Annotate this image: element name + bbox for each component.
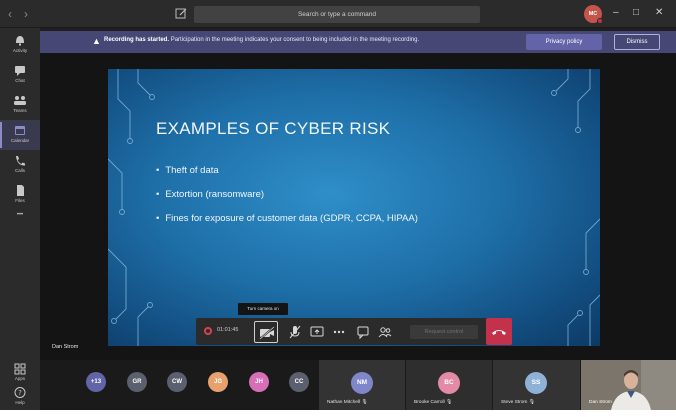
slide-bullet: • Extortion (ransomware) <box>156 189 265 200</box>
slide-bullet-text: Extortion (ransomware) <box>165 189 265 200</box>
more-options-icon[interactable] <box>330 323 348 341</box>
participant-avatar[interactable]: CW <box>167 372 187 392</box>
teams-window: ‹ › Search or type a command MC – □ ✕ Ac… <box>0 0 676 410</box>
slide-bullet-text: Theft of data <box>165 165 219 176</box>
participant-tile[interactable]: NM Nathan Mitchell 🎙 <box>319 360 405 410</box>
rail-item-calendar[interactable]: Calendar <box>0 120 40 150</box>
slide-bullet: • Theft of data <box>156 165 219 176</box>
camera-off-icon <box>259 326 275 340</box>
participant-avatar[interactable]: GR <box>127 372 147 392</box>
mic-off-icon: 🎙 <box>528 400 535 405</box>
close-button[interactable]: ✕ <box>655 7 663 18</box>
participant-tile[interactable]: SS Steve Strom 🎙 <box>493 360 580 410</box>
participant-avatar: SS <box>525 372 547 394</box>
participant-avatar[interactable]: JG <box>208 372 228 392</box>
rail-label: Calendar <box>10 138 30 143</box>
presenter-name: Dan Strom <box>52 344 79 350</box>
rail-item-teams[interactable]: Teams <box>0 90 40 120</box>
participant-tile[interactable]: BC Brooke Carroll 🎙 <box>406 360 492 410</box>
participant-name-text: Brooke Carroll <box>414 400 445 405</box>
apps-icon <box>14 363 26 375</box>
search-input[interactable]: Search or type a command <box>194 6 480 23</box>
maximize-button[interactable]: □ <box>633 7 639 18</box>
rail-item-files[interactable]: Files <box>0 180 40 210</box>
overflow-participants[interactable]: +13 <box>86 372 106 392</box>
back-button[interactable]: ‹ <box>8 7 12 21</box>
recording-icon <box>204 327 212 335</box>
rail-label: Activity <box>12 48 28 53</box>
calendar-icon <box>15 126 25 135</box>
participant-name-text: Steve Strom <box>501 400 528 405</box>
rail-label: Chat <box>15 78 25 83</box>
rail-label: Calls <box>14 168 25 173</box>
participants-icon[interactable] <box>376 323 394 341</box>
slide-bullet-text: Fines for exposure of customer data (GDP… <box>165 213 418 224</box>
microphone-off-icon[interactable] <box>286 323 304 341</box>
participant-avatar[interactable]: JH <box>249 372 269 392</box>
participant-name: Steve Strom 🎙 <box>501 400 535 405</box>
camera-button[interactable] <box>254 321 278 343</box>
rail-label: Teams <box>13 108 27 113</box>
title-bar: ‹ › Search or type a command MC – □ ✕ <box>0 0 676 28</box>
rail-label: Help <box>15 400 25 405</box>
phone-icon <box>16 156 25 166</box>
recording-banner: ▲ Recording has started. Participation i… <box>40 31 676 53</box>
banner-message: Recording has started. Participation in … <box>104 37 419 43</box>
rail-item-calls[interactable]: Calls <box>0 150 40 180</box>
teams-icon <box>14 96 26 105</box>
participant-name: Brooke Carroll 🎙 <box>414 400 452 405</box>
call-controls: 01:01:45 Request control <box>196 318 512 345</box>
chat-icon <box>15 66 25 76</box>
compose-icon[interactable] <box>174 6 188 20</box>
slide-bullet: • Fines for exposure of customer data (GD… <box>156 213 418 224</box>
minimize-button[interactable]: – <box>613 7 619 18</box>
chat-icon[interactable] <box>354 323 372 341</box>
rail-item-help[interactable]: ? Help <box>0 382 40 410</box>
app-rail: Activity Chat Teams Calendar Calls Files… <box>0 28 40 410</box>
svg-text:?: ? <box>18 389 22 397</box>
participant-avatar[interactable]: CC <box>289 372 309 392</box>
call-timer: 01:01:45 <box>217 327 239 333</box>
hang-up-icon <box>492 330 506 335</box>
rail-label: Apps <box>14 376 26 381</box>
participant-avatar: BC <box>438 372 460 394</box>
circuit-decoration <box>108 69 600 346</box>
participant-avatar: NM <box>351 372 373 394</box>
mic-off-icon: 🎙 <box>446 400 453 405</box>
mic-off-icon: 🎙 <box>361 400 368 405</box>
privacy-policy-button[interactable]: Privacy policy <box>526 34 602 50</box>
camera-tooltip: Turn camera on <box>238 303 288 315</box>
help-icon: ? <box>14 387 26 398</box>
file-icon <box>17 185 24 196</box>
warning-icon: ▲ <box>92 36 101 46</box>
bell-icon <box>16 36 24 46</box>
rail-item-activity[interactable]: Activity <box>0 30 40 60</box>
hang-up-button[interactable] <box>486 318 512 345</box>
banner-bold: Recording has started. <box>104 37 170 43</box>
participant-name-text: Nathan Mitchell <box>327 400 361 405</box>
banner-text: Participation in the meeting indicates y… <box>170 37 420 43</box>
request-control-button[interactable]: Request control <box>410 325 478 339</box>
dismiss-button[interactable]: Dismiss <box>614 34 660 50</box>
participant-strip: +13 GR CW JG JH CC NM Nathan Mitchell 🎙 … <box>40 360 676 410</box>
rail-item-chat[interactable]: Chat <box>0 60 40 90</box>
video-tile[interactable]: Dan Strom <box>581 360 676 410</box>
shared-slide: EXAMPLES OF CYBER RISK • Theft of data • E… <box>108 69 600 346</box>
meeting-stage: EXAMPLES OF CYBER RISK • Theft of data • E… <box>40 53 676 360</box>
slide-title: EXAMPLES OF CYBER RISK <box>156 119 391 138</box>
profile-avatar[interactable]: MC <box>584 5 603 24</box>
avatar-initials: MC <box>588 11 598 17</box>
share-screen-icon[interactable] <box>308 323 326 341</box>
participant-name: Dan Strom <box>589 400 612 405</box>
rail-label: Files <box>15 198 25 203</box>
forward-button[interactable]: › <box>24 7 28 21</box>
rail-more-button[interactable]: ••• <box>0 208 40 238</box>
status-indicator <box>597 18 603 24</box>
participant-name: Nathan Mitchell 🎙 <box>327 400 368 405</box>
